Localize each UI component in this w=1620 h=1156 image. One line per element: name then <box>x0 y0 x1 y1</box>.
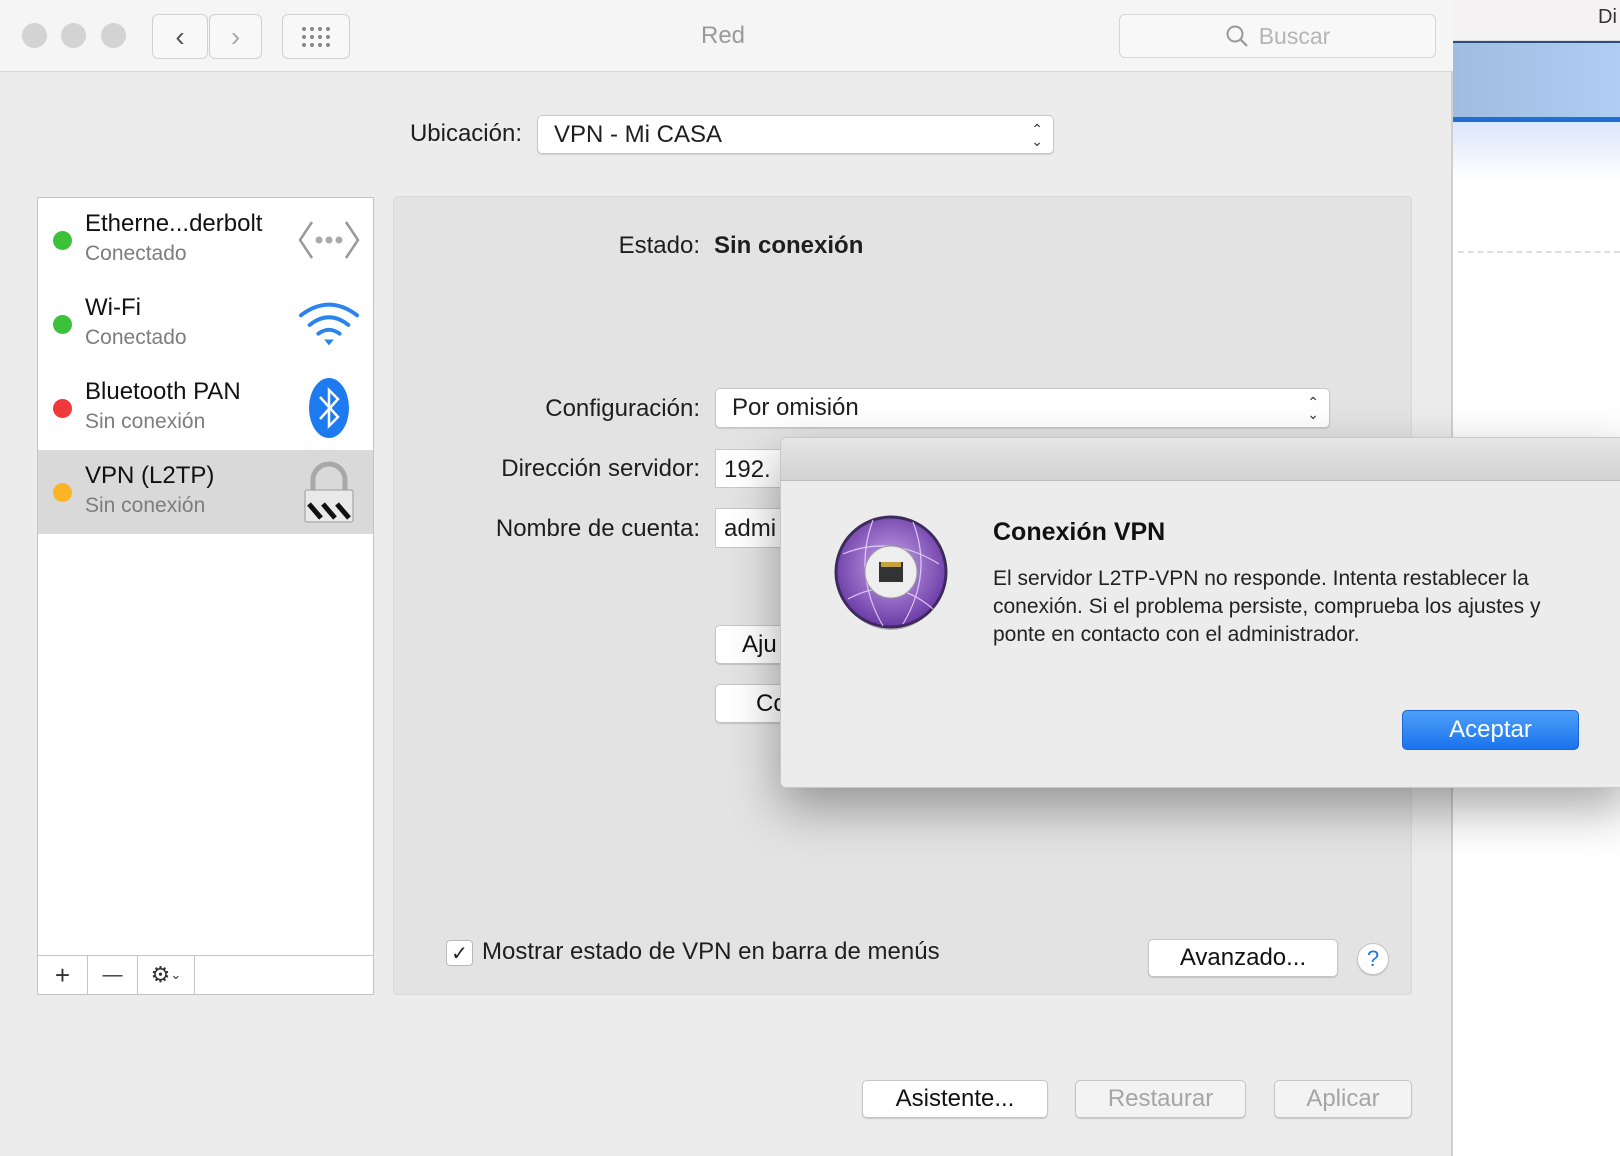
server-address-label: Dirección servidor: <box>501 455 700 482</box>
ethernet-icon <box>297 210 361 270</box>
show-vpn-status-checkbox[interactable]: ✓ <box>446 940 473 966</box>
background-window-selection <box>1453 41 1620 122</box>
up-down-chevron-icon: ⌃ ⌄ <box>1031 120 1043 149</box>
service-row-ethernet[interactable]: Etherne...derbolt Conectado <box>38 198 373 282</box>
background-window-titlebar <box>1453 0 1620 41</box>
wifi-icon <box>297 294 361 354</box>
service-name: Bluetooth PAN <box>85 378 241 405</box>
add-service-button[interactable]: + <box>38 956 88 994</box>
bluetooth-icon <box>297 378 361 438</box>
chevron-down-icon: ⌄ <box>170 967 182 982</box>
status-dot-red <box>53 399 72 418</box>
revert-button[interactable]: Restaurar <box>1075 1080 1246 1118</box>
assistant-button[interactable]: Asistente... <box>862 1080 1048 1118</box>
location-select[interactable]: VPN - Mi CASA ⌃ ⌄ <box>537 115 1054 154</box>
service-row-wifi[interactable]: Wi-Fi Conectado <box>38 282 373 366</box>
alert-message: El servidor L2TP-VPN no responde. Intent… <box>993 567 1541 646</box>
service-status: Conectado <box>85 242 187 265</box>
checkmark-icon: ✓ <box>451 942 468 965</box>
gear-icon: ⚙ <box>150 962 171 987</box>
search-icon <box>1226 25 1248 47</box>
alert-title: Conexión VPN <box>993 518 1166 546</box>
background-gradient <box>1453 122 1620 182</box>
accept-button[interactable]: Aceptar <box>1402 710 1579 750</box>
service-list-toolbar: + — ⚙ ⌄ <box>38 955 373 994</box>
status-dot-green <box>53 231 72 250</box>
location-label: Ubicación: <box>409 120 522 147</box>
network-globe-icon <box>833 514 949 639</box>
titlebar: ‹ › Red Buscar <box>0 0 1453 72</box>
background-divider <box>1458 251 1620 253</box>
background-window-title: Di <box>1598 6 1617 28</box>
help-button[interactable]: ? <box>1357 943 1389 975</box>
service-status: Sin conexión <box>85 494 206 517</box>
service-name: Etherne...derbolt <box>85 210 263 237</box>
account-name-label: Nombre de cuenta: <box>495 515 700 542</box>
service-name: VPN (L2TP) <box>85 462 215 489</box>
advanced-button[interactable]: Avanzado... <box>1148 939 1338 977</box>
service-status: Sin conexión <box>85 410 206 433</box>
service-list: Etherne...derbolt Conectado Wi-Fi Conect… <box>37 197 374 995</box>
search-input[interactable]: Buscar <box>1119 14 1436 58</box>
status-dot-green <box>53 315 72 334</box>
remove-service-button[interactable]: — <box>88 956 138 994</box>
configuration-value: Por omisión <box>732 394 859 421</box>
vpn-lock-icon <box>297 461 361 523</box>
location-value: VPN - Mi CASA <box>554 120 723 148</box>
configuration-label: Configuración: <box>545 395 700 422</box>
status-dot-yellow <box>53 483 72 502</box>
apply-button[interactable]: Aplicar <box>1274 1080 1412 1118</box>
service-status: Conectado <box>85 326 187 349</box>
configuration-select[interactable]: Por omisión ⌃ ⌄ <box>715 388 1330 428</box>
status-label: Estado: <box>618 232 700 259</box>
search-placeholder: Buscar <box>1258 22 1331 49</box>
show-vpn-status-label: Mostrar estado de VPN en barra de menús <box>482 938 940 965</box>
service-name: Wi-Fi <box>85 294 141 321</box>
vpn-connection-alert: Conexión VPN El servidor L2TP-VPN no res… <box>780 437 1620 788</box>
service-row-vpn[interactable]: VPN (L2TP) Sin conexión <box>38 450 373 534</box>
service-row-bluetooth[interactable]: Bluetooth PAN Sin conexión <box>38 366 373 450</box>
status-value: Sin conexión <box>714 232 864 259</box>
action-menu-button[interactable]: ⚙ ⌄ <box>138 956 195 994</box>
alert-titlebar <box>781 438 1620 481</box>
up-down-chevron-icon: ⌃ ⌄ <box>1307 394 1319 422</box>
